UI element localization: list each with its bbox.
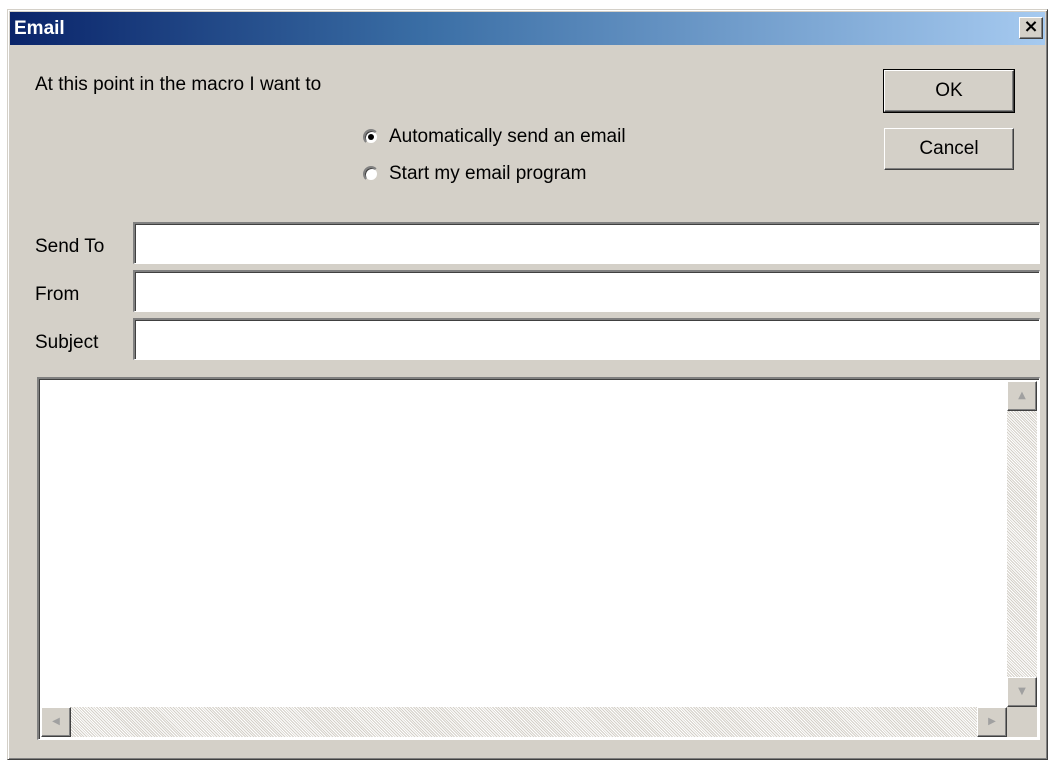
window-title: Email [14,18,65,39]
vertical-scrollbar[interactable]: ▲ ▼ [1007,381,1037,707]
from-field[interactable] [133,270,1040,312]
send-to-label: Send To [35,236,105,257]
radio-label-auto-send: Automatically send an email [389,126,626,147]
message-body-text[interactable] [43,383,1003,703]
cancel-button[interactable]: Cancel [884,128,1014,170]
scroll-down-icon[interactable]: ▼ [1007,677,1037,707]
send-to-field[interactable] [133,222,1040,264]
scroll-left-icon[interactable]: ◀ [41,707,71,737]
message-body[interactable]: ▲ ▼ ◀ ▶ [37,377,1040,740]
radio-label-start-program: Start my email program [389,163,587,184]
radio-unselected-icon[interactable] [363,166,379,182]
close-icon[interactable]: × [1019,17,1043,39]
title-bar[interactable]: Email × [10,12,1045,45]
scroll-right-icon[interactable]: ▶ [977,707,1007,737]
from-label: From [35,284,80,305]
radio-selected-icon[interactable] [363,129,379,145]
email-dialog: Email × At this point in the macro I wan… [7,9,1048,760]
scroll-up-icon[interactable]: ▲ [1007,381,1037,411]
radio-option-auto-send[interactable]: Automatically send an email [363,124,626,150]
scrollbar-corner [1007,707,1037,737]
radio-option-start-program[interactable]: Start my email program [363,161,586,187]
horizontal-scrollbar[interactable]: ◀ ▶ [41,707,1007,737]
subject-field[interactable] [133,318,1040,360]
subject-label: Subject [35,332,99,353]
ok-button[interactable]: OK [883,69,1015,113]
prompt-text: At this point in the macro I want to [35,74,322,95]
